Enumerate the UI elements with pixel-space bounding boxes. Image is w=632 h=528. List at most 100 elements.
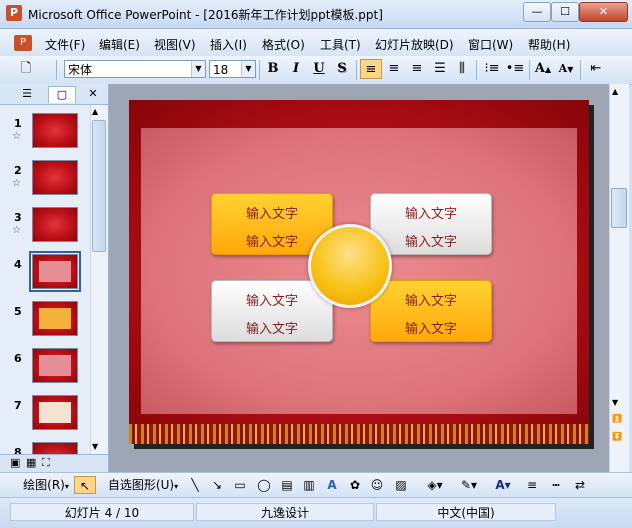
slide-thumbnail-selected[interactable] <box>29 251 81 292</box>
scrollbar-thumb[interactable] <box>611 188 627 228</box>
bold-button[interactable]: B <box>263 59 283 79</box>
slide-position-status: 幻灯片 4 / 10 <box>10 503 194 521</box>
slide-thumbnail[interactable] <box>32 207 78 242</box>
new-document-icon[interactable]: 🗋 <box>16 59 36 79</box>
draw-menu-button[interactable]: 绘图(R)▾ <box>20 476 72 494</box>
font-name-value: 宋体 <box>68 63 93 77</box>
clipart-icon[interactable]: ☺ <box>368 476 386 494</box>
font-size-value: 18 <box>213 63 229 77</box>
scroll-down-icon[interactable]: ▼ <box>92 442 98 451</box>
slide-thumbnail[interactable] <box>32 395 78 430</box>
normal-view-icon[interactable]: ▣ <box>10 456 20 469</box>
chevron-down-icon[interactable]: ▼ <box>241 61 255 77</box>
text-line: 输入文字 <box>245 207 298 222</box>
slide-number: 5 <box>14 305 22 318</box>
fill-color-icon[interactable]: ◈▾ <box>420 476 450 494</box>
menu-slideshow[interactable]: 幻灯片放映(D) <box>375 36 454 53</box>
slide-number: 2 <box>14 164 22 177</box>
slideshow-view-icon[interactable]: ⛶ <box>42 456 50 470</box>
font-size-select[interactable]: 18 ▼ <box>209 60 256 78</box>
slide-thumbnail[interactable] <box>32 442 78 454</box>
picture-icon[interactable]: ▨ <box>392 476 410 494</box>
slide-number: 8 <box>14 446 22 454</box>
shrink-font-button[interactable]: A▼ <box>556 59 576 79</box>
window-title: Microsoft Office PowerPoint - [2016新年工作计… <box>28 8 383 22</box>
design-name-status: 九逸设计 <box>196 503 374 521</box>
slide-number: 4 <box>14 258 22 271</box>
vertical-text-icon[interactable]: ⫼ <box>452 59 472 79</box>
tab-slides[interactable]: ▢ <box>48 86 76 103</box>
line-style-icon[interactable]: ≡ <box>522 476 542 494</box>
menu-tools[interactable]: 工具(T) <box>320 36 361 53</box>
slide-thumbnail[interactable] <box>32 113 78 148</box>
slide-thumbnail-list: 1 ☆ 2 ☆ 3 ☆ 4 5 6 7 8 <box>0 105 90 454</box>
grow-font-button[interactable]: A▲ <box>533 59 553 79</box>
powerpoint-icon[interactable]: P <box>6 5 22 21</box>
slide-number: 3 <box>14 211 22 224</box>
scroll-down-icon[interactable]: ▼ <box>612 398 618 407</box>
menu-window[interactable]: 窗口(W) <box>468 36 513 53</box>
close-button[interactable]: ✕ <box>579 2 628 22</box>
menu-view[interactable]: 视图(V) <box>154 36 196 53</box>
font-name-select[interactable]: 宋体 ▼ <box>64 60 206 78</box>
numbered-list-icon[interactable]: ⁝≡ <box>482 59 502 79</box>
text-line: 输入文字 <box>404 235 457 250</box>
menu-edit[interactable]: 编辑(E) <box>99 36 140 53</box>
bullet-list-icon[interactable]: •≡ <box>505 59 525 79</box>
slide-thumbnail[interactable] <box>32 160 78 195</box>
decrease-indent-icon[interactable]: ⇤ <box>586 59 606 79</box>
align-left-button[interactable]: ≡ <box>360 59 382 79</box>
dash-style-icon[interactable]: ┅ <box>546 476 566 494</box>
vertical-textbox-icon[interactable]: ▥ <box>300 476 318 494</box>
toolbar-separator <box>259 60 260 80</box>
arrow-style-icon[interactable]: ⇄ <box>570 476 590 494</box>
oval-tool-icon[interactable]: ◯ <box>254 476 274 494</box>
slide-number: 1 <box>14 117 22 130</box>
tab-outline[interactable]: ☰ <box>14 86 40 102</box>
animation-star-icon: ☆ <box>12 131 21 142</box>
text-box-bottom-right[interactable]: 输入文字 输入文字 <box>370 280 492 342</box>
toolbar-separator <box>56 60 57 80</box>
diagram-icon[interactable]: ✿ <box>346 476 364 494</box>
animation-star-icon: ☆ <box>12 178 21 189</box>
center-circle-shape[interactable] <box>308 224 392 308</box>
menu-file[interactable]: 文件(F) <box>45 36 85 53</box>
text-line: 输入文字 <box>404 322 457 337</box>
draw-menu-label: 绘图(R) <box>23 478 65 492</box>
grow-font-label: A <box>534 61 545 76</box>
rectangle-tool-icon[interactable]: ▭ <box>230 476 250 494</box>
align-right-button[interactable]: ≡ <box>407 59 427 79</box>
chevron-down-icon[interactable]: ▼ <box>191 61 205 77</box>
line-tool-icon[interactable]: ╲ <box>186 476 204 494</box>
line-color-icon[interactable]: ✎▾ <box>454 476 484 494</box>
shadow-button[interactable]: S <box>332 59 352 79</box>
menu-insert[interactable]: 插入(I) <box>210 36 247 53</box>
underline-button[interactable]: U <box>309 59 329 79</box>
text-line: 输入文字 <box>245 322 298 337</box>
font-color-icon[interactable]: A▾ <box>488 476 518 494</box>
maximize-button[interactable]: ☐ <box>551 2 579 22</box>
slide-thumbnail[interactable] <box>32 301 78 336</box>
textbox-tool-icon[interactable]: ▤ <box>278 476 296 494</box>
scroll-up-icon[interactable]: ▲ <box>612 87 618 96</box>
menu-format[interactable]: 格式(O) <box>262 36 305 53</box>
scroll-up-icon[interactable]: ▲ <box>92 107 98 116</box>
wordart-icon[interactable]: A <box>322 476 342 494</box>
scrollbar-thumb[interactable] <box>92 120 106 252</box>
text-line: 输入文字 <box>245 294 298 309</box>
panel-close-button[interactable]: ✕ <box>84 86 102 102</box>
autoshape-menu-button[interactable]: 自选图形(U)▾ <box>104 476 182 494</box>
arrow-tool-icon[interactable]: ↘ <box>208 476 226 494</box>
menu-help[interactable]: 帮助(H) <box>528 36 570 53</box>
text-box-top-right[interactable]: 输入文字 输入文字 <box>370 193 492 255</box>
next-slide-icon[interactable]: ⏬ <box>612 432 622 441</box>
slide-sorter-icon[interactable]: ▦ <box>26 456 36 469</box>
select-pointer-icon[interactable]: ↖ <box>74 476 96 494</box>
distribute-icon[interactable]: ☰ <box>430 59 450 79</box>
document-icon[interactable]: P <box>14 35 32 51</box>
previous-slide-icon[interactable]: ⏫ <box>612 414 622 423</box>
italic-button[interactable]: I <box>286 59 306 79</box>
slide-thumbnail[interactable] <box>32 348 78 383</box>
align-center-button[interactable]: ≡ <box>384 59 404 79</box>
minimize-button[interactable]: — <box>523 2 551 22</box>
